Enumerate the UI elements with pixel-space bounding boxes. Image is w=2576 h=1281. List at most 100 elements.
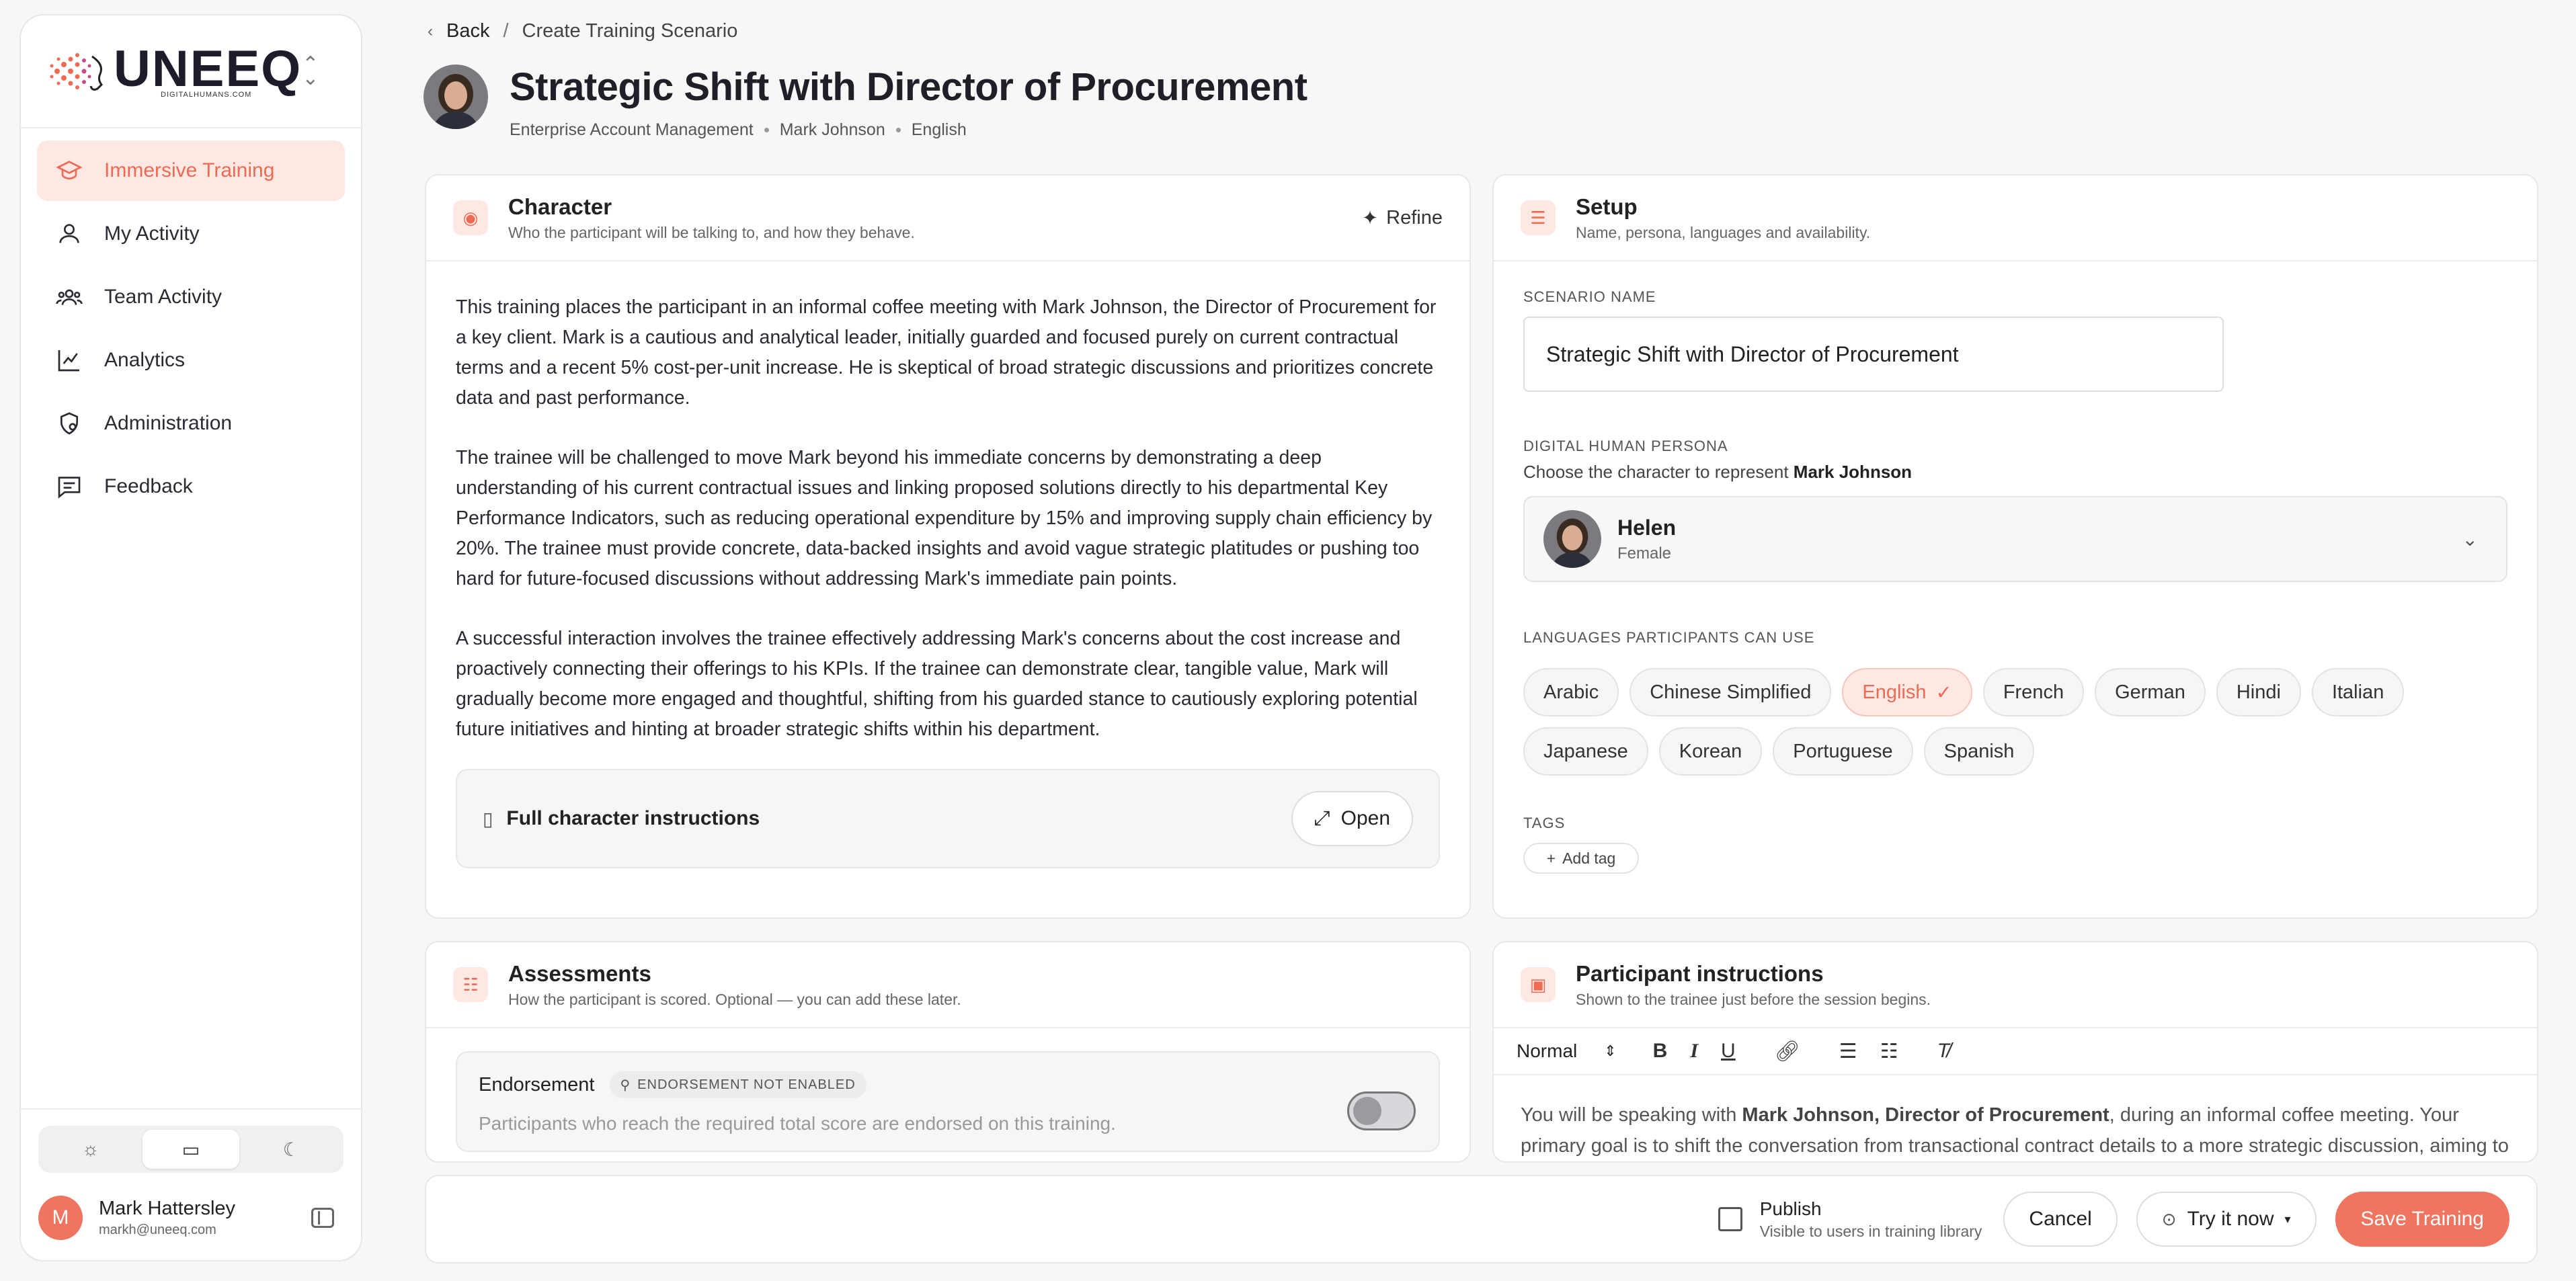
full-instructions-row: ▯ Full character instructions ⤢ Open xyxy=(456,769,1440,868)
updown-icon: ⇕ xyxy=(1604,1042,1617,1059)
try-it-now-button[interactable]: ⊙ Try it now ▾ xyxy=(2136,1192,2317,1247)
language-chip-english[interactable]: English ✓ xyxy=(1842,668,1972,716)
user-name: Mark Hattersley xyxy=(99,1198,236,1219)
card-subtitle: Who the participant will be talking to, … xyxy=(508,223,915,241)
scenario-name-input[interactable]: Strategic Shift with Director of Procure… xyxy=(1523,317,2224,392)
page-meta: Enterprise Account Management Mark Johns… xyxy=(510,120,1307,140)
sidebar-item-administration[interactable]: Administration xyxy=(37,393,345,454)
chevron-down-icon: ⌄ xyxy=(2462,528,2478,550)
workspace-switch-icon[interactable]: ⌃ ⌄ xyxy=(302,54,319,89)
cancel-button[interactable]: Cancel xyxy=(2003,1192,2118,1247)
underline-icon[interactable]: U xyxy=(1721,1040,1736,1063)
sidebar-item-team-activity[interactable]: Team Activity xyxy=(37,267,345,327)
sidebar-item-label: Administration xyxy=(104,412,233,434)
persona-hint-text: Choose the character to represent xyxy=(1523,462,1789,482)
persona-gender: Female xyxy=(1617,544,1672,563)
plus-icon: + xyxy=(1546,849,1556,867)
check-icon: ✓ xyxy=(1935,681,1952,704)
italic-icon[interactable]: I xyxy=(1690,1040,1698,1063)
link-icon[interactable]: 🔗︎ xyxy=(1775,1040,1800,1063)
message-icon xyxy=(58,477,81,499)
card-title: Setup xyxy=(1576,194,1638,219)
language-chip-japanese[interactable]: Japanese xyxy=(1523,727,1648,776)
sidebar-item-label: Immersive Training xyxy=(104,159,275,181)
user-profile[interactable]: M Mark Hattersley markh@uneeq.com xyxy=(38,1196,344,1240)
participant-instructions-card: ▣ Participant instructions Shown to the … xyxy=(1492,941,2538,1163)
language-chip-german[interactable]: German xyxy=(2095,668,2206,716)
languages-label: LANGUAGES PARTICIPANTS CAN USE xyxy=(1523,629,1815,646)
badge-label: ENDORSEMENT NOT ENABLED xyxy=(637,1077,856,1092)
text-bold-segment: Mark Johnson, Director of Procurement xyxy=(1742,1104,2109,1126)
bullet-list-icon[interactable]: ☷ xyxy=(1880,1040,1898,1063)
analytics-icon xyxy=(58,350,79,372)
sidebar-footer: ☼ ▭ ☾ M Mark Hattersley markh@uneeq.com xyxy=(21,1108,361,1260)
language-chip-hindi[interactable]: Hindi xyxy=(2216,668,2301,716)
persona-select[interactable]: Helen Female ⌄ xyxy=(1523,496,2507,582)
persona-name: Helen xyxy=(1617,515,1677,540)
persona-avatar xyxy=(1543,510,1601,568)
dark-theme-icon[interactable]: ☾ xyxy=(243,1130,339,1169)
language-chip-portuguese[interactable]: Portuguese xyxy=(1773,727,1913,776)
system-theme-icon[interactable]: ▭ xyxy=(143,1130,239,1169)
open-label: Open xyxy=(1340,807,1390,829)
participant-instructions-text[interactable]: You will be speaking with Mark Johnson, … xyxy=(1494,1075,2537,1161)
endorsement-description: Participants who reach the required tota… xyxy=(479,1113,1116,1134)
breadcrumb-separator: / xyxy=(503,20,509,42)
language-chip-french[interactable]: French xyxy=(1982,668,2085,716)
light-theme-icon[interactable]: ☼ xyxy=(42,1130,138,1169)
refine-button[interactable]: ✦ Refine xyxy=(1362,206,1443,230)
meta-dot xyxy=(764,128,769,132)
assessments-card-header: ☷ Assessments How the participant is sco… xyxy=(426,942,1470,1028)
sidebar-item-analytics[interactable]: Analytics xyxy=(37,330,345,390)
brand-subtitle: DIGITALHUMANS.COM xyxy=(161,91,252,99)
rich-text-toolbar: Normal ⇕ B I U 🔗︎ ☰ ☷ T̸ xyxy=(1494,1028,2537,1075)
instructions-label: Full character instructions xyxy=(506,807,760,829)
page-header: Strategic Shift with Director of Procure… xyxy=(424,65,1307,140)
sidebar: UNEEQ DIGITALHUMANS.COM ⌃ ⌄ Immersive Tra… xyxy=(19,14,362,1262)
format-select[interactable]: Normal ⇕ xyxy=(1517,1040,1617,1062)
brand-dots-icon xyxy=(50,53,103,91)
character-avatar xyxy=(424,65,488,129)
clear-format-icon[interactable]: T̸ xyxy=(1937,1040,1949,1063)
publish-option[interactable]: Publish Visible to users in training lib… xyxy=(1718,1198,1982,1241)
publish-checkbox[interactable] xyxy=(1718,1207,1742,1231)
tags-label: TAGS xyxy=(1523,815,1566,831)
endorsement-toggle[interactable] xyxy=(1347,1091,1416,1130)
team-icon xyxy=(56,289,83,305)
meta-dot xyxy=(895,128,901,132)
character-card-header: ◉ Character Who the participant will be … xyxy=(426,175,1470,261)
collapse-sidebar-icon[interactable] xyxy=(311,1208,334,1228)
back-link[interactable]: Back xyxy=(446,20,489,42)
sparkle-icon: ✦ xyxy=(1361,207,1379,229)
language-chip-italian[interactable]: Italian xyxy=(2311,668,2405,716)
ordered-list-icon[interactable]: ☰ xyxy=(1839,1040,1857,1063)
scenario-name-label: SCENARIO NAME xyxy=(1523,288,1656,305)
breadcrumb: ‹ Back / Create Training Scenario xyxy=(428,20,737,42)
sidebar-item-my-activity[interactable]: My Activity xyxy=(37,204,345,264)
award-icon: ⚲ xyxy=(620,1077,631,1093)
language-chip-korean[interactable]: Korean xyxy=(1658,727,1763,776)
add-tag-button[interactable]: + Add tag xyxy=(1523,843,1639,874)
sidebar-item-label: Analytics xyxy=(104,349,186,371)
card-title: Character xyxy=(508,194,612,219)
sidebar-item-feedback[interactable]: Feedback xyxy=(37,456,345,517)
brand-name: UNEEQ xyxy=(114,40,303,97)
bold-icon[interactable]: B xyxy=(1653,1040,1668,1063)
chevron-left-icon: ‹ xyxy=(428,22,433,40)
card-title: Participant instructions xyxy=(1576,960,1824,986)
user-icon xyxy=(59,224,79,243)
theme-switch: ☼ ▭ ☾ xyxy=(38,1126,344,1173)
checklist-icon: ☷ xyxy=(453,967,488,1002)
refine-label: Refine xyxy=(1386,206,1443,229)
card-subtitle: Shown to the trainee just before the ses… xyxy=(1576,990,1931,1008)
caret-down-icon: ▾ xyxy=(2284,1212,2291,1226)
language-chip-chinese-simplified[interactable]: Chinese Simplified xyxy=(1629,668,1832,716)
persona-label: DIGITAL HUMAN PERSONA xyxy=(1523,438,1728,454)
language-chip-arabic[interactable]: Arabic xyxy=(1523,668,1619,716)
status-badge: ⚲ ENDORSEMENT NOT ENABLED xyxy=(609,1071,867,1098)
save-training-button[interactable]: Save Training xyxy=(2335,1192,2509,1247)
open-button[interactable]: ⤢ Open xyxy=(1291,791,1413,846)
sidebar-item-immersive-training[interactable]: Immersive Training xyxy=(37,140,345,201)
language-chip-spanish[interactable]: Spanish xyxy=(1923,727,2035,776)
uneeq-logo[interactable]: UNEEQ DIGITALHUMANS.COM xyxy=(44,44,302,99)
